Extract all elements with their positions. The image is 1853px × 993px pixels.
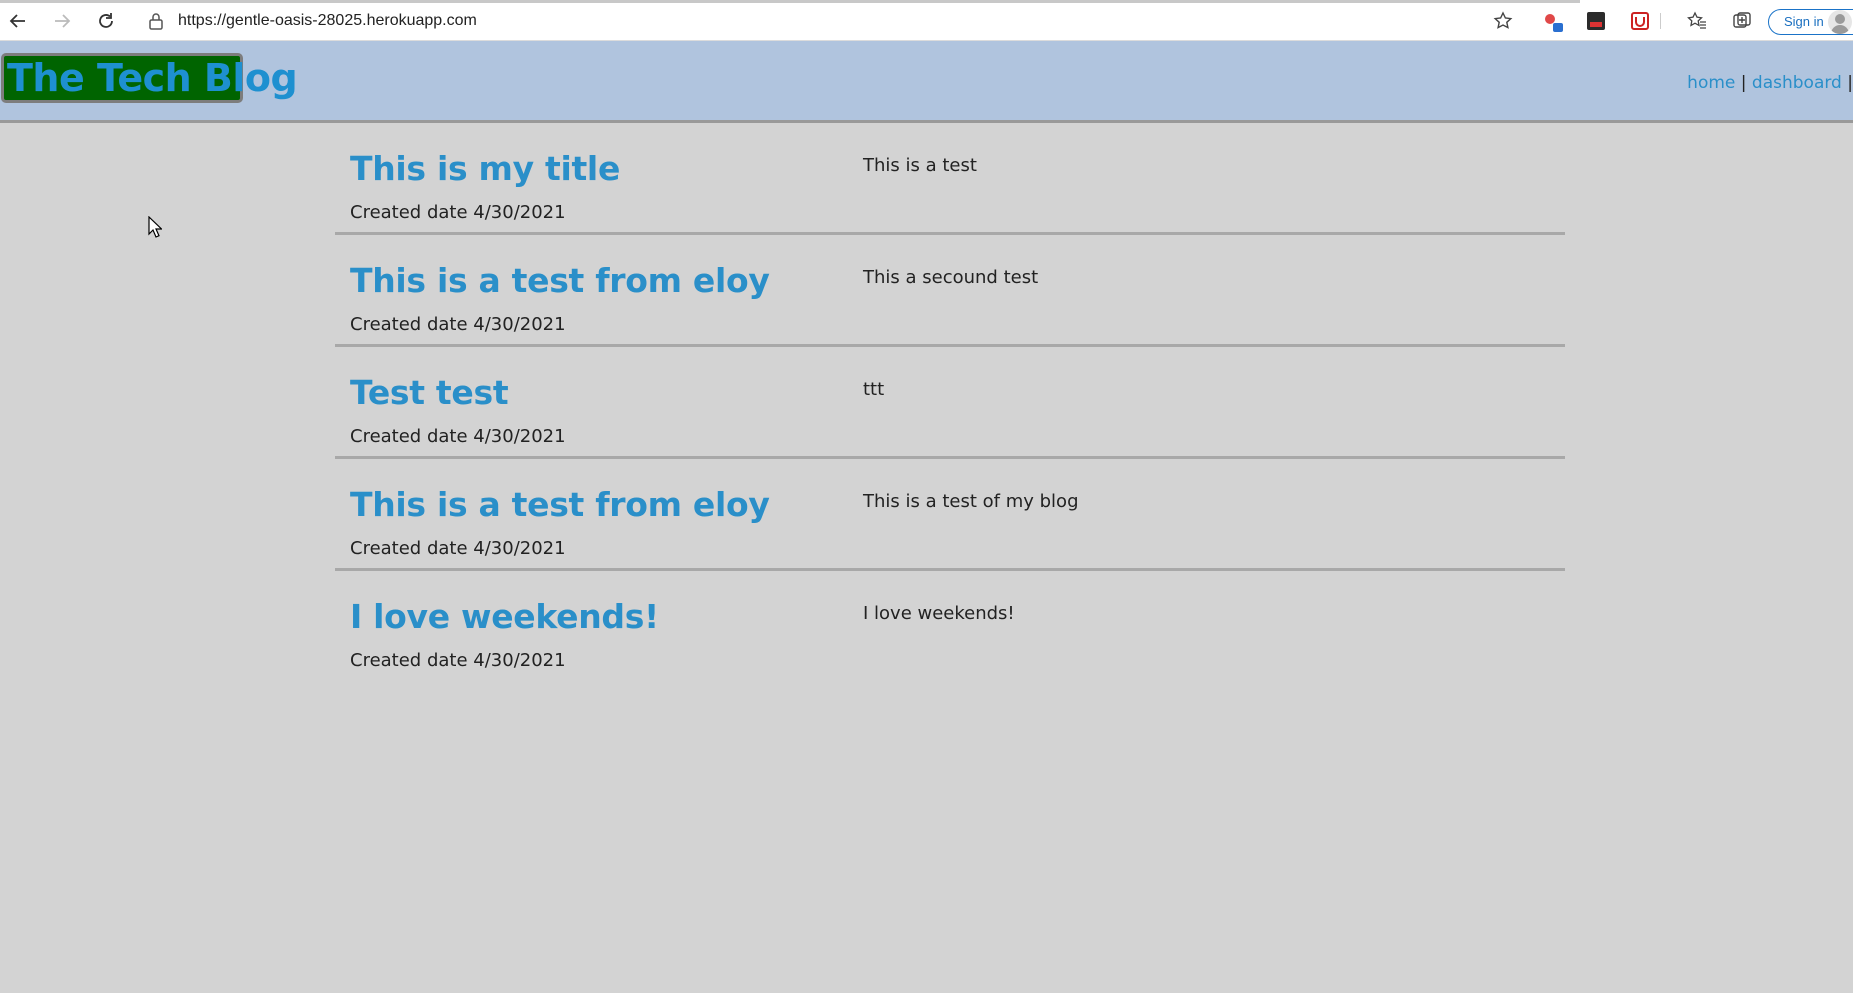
post-date: Created date 4/30/2021 — [350, 314, 566, 335]
back-icon — [9, 14, 25, 28]
extension-button-3[interactable] — [1629, 10, 1651, 32]
site-logo[interactable]: The Tech Blog — [1, 53, 298, 103]
extension-button-1[interactable] — [1542, 10, 1564, 32]
post-date: Created date 4/30/2021 — [350, 650, 566, 671]
post-title[interactable]: I love weekends! — [350, 597, 659, 636]
address-bar[interactable]: https://gentle-oasis-28025.herokuapp.com — [178, 12, 477, 30]
post-date: Created date 4/30/2021 — [350, 202, 566, 223]
back-button[interactable] — [5, 8, 31, 34]
add-favorite-button[interactable] — [1492, 10, 1514, 32]
nav-home-link[interactable]: home — [1687, 73, 1735, 93]
post-title[interactable]: This is my title — [350, 149, 620, 188]
post-item: This is a test from eloy Created date 4/… — [335, 459, 1565, 571]
nav-separator: | — [1740, 73, 1747, 93]
favorites-icon — [1687, 11, 1706, 29]
post-date: Created date 4/30/2021 — [350, 538, 566, 559]
nav-dashboard-link[interactable]: dashboard — [1752, 73, 1842, 93]
page-load-progress — [0, 0, 1580, 3]
extension-icon — [1545, 14, 1563, 32]
mouse-cursor-icon — [148, 216, 162, 238]
post-list: This is my title Created date 4/30/2021 … — [335, 123, 1565, 683]
post-item: This is my title Created date 4/30/2021 … — [335, 123, 1565, 235]
reload-button[interactable] — [93, 8, 119, 34]
forward-icon — [55, 14, 71, 28]
site-nav: home | dashboard | — [1687, 73, 1853, 93]
post-date: Created date 4/30/2021 — [350, 426, 566, 447]
post-body: ttt — [863, 379, 885, 400]
profile-avatar[interactable] — [1828, 10, 1852, 34]
collections-icon — [1733, 12, 1751, 28]
post-body: This is a test of my blog — [863, 491, 1079, 512]
post-item: Test test Created date 4/30/2021 ttt — [335, 347, 1565, 459]
extension-button-2[interactable] — [1585, 10, 1607, 32]
forward-button[interactable] — [49, 8, 75, 34]
reload-icon — [99, 13, 113, 28]
post-item: I love weekends! Created date 4/30/2021 … — [335, 571, 1565, 683]
post-title[interactable]: Test test — [350, 373, 509, 412]
post-body: This is a test — [863, 155, 977, 176]
post-body: I love weekends! — [863, 603, 1015, 624]
lock-icon[interactable] — [148, 12, 164, 30]
post-title[interactable]: This is a test from eloy — [350, 261, 770, 300]
site-header: The Tech Blog home | dashboard | — [0, 41, 1853, 123]
extension-icon — [1631, 12, 1649, 30]
favorites-add-icon — [1493, 11, 1513, 29]
nav-separator: | — [1847, 73, 1853, 93]
extension-icon — [1587, 12, 1605, 30]
collections-button[interactable] — [1731, 10, 1753, 32]
favorites-button[interactable] — [1686, 10, 1708, 32]
post-item: This is a test from eloy Created date 4/… — [335, 235, 1565, 347]
toolbar-divider — [1656, 10, 1664, 32]
post-title[interactable]: This is a test from eloy — [350, 485, 770, 524]
post-body: This a secound test — [863, 267, 1039, 288]
browser-toolbar: https://gentle-oasis-28025.herokuapp.com… — [0, 0, 1853, 41]
